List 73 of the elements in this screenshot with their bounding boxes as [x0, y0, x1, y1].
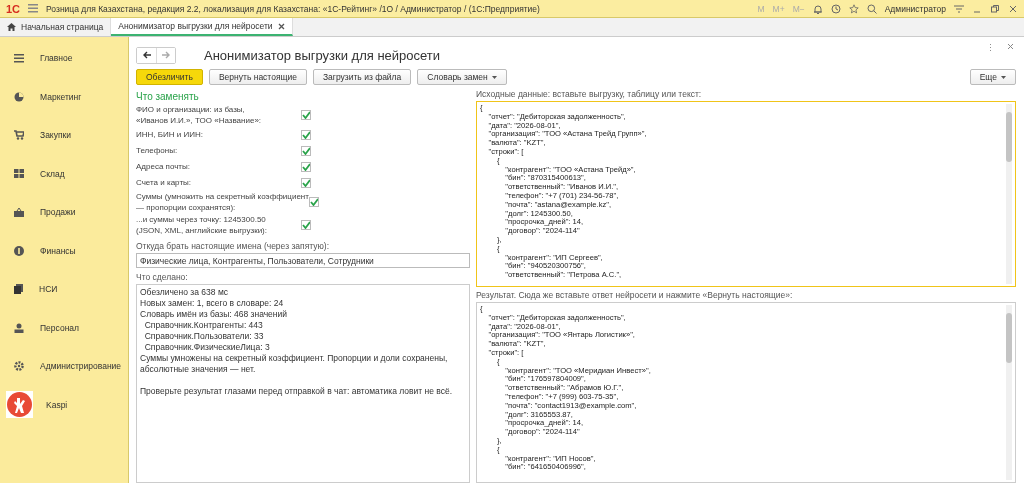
- caret-icon: [491, 75, 497, 79]
- toolbar-button[interactable]: Загрузить из файла: [312, 69, 412, 85]
- sidebar-item[interactable]: Kaspi: [0, 385, 128, 424]
- checkbox[interactable]: [301, 177, 311, 188]
- books-icon: [14, 284, 23, 295]
- menu-icon: [14, 53, 24, 63]
- sidebar-item[interactable]: Финансы: [0, 231, 128, 270]
- info-icon: [14, 245, 24, 256]
- option-label: ИНН, БИН и ИИН:: [136, 129, 203, 140]
- scrollbar[interactable]: [1006, 305, 1012, 480]
- restore-icon[interactable]: [990, 3, 1000, 14]
- form-title: Анонимизатор выгрузки для нейросети: [204, 47, 441, 63]
- tab-label: Анонимизатор выгрузки для нейросети: [118, 21, 273, 31]
- log-area[interactable]: [136, 284, 470, 483]
- checkbox[interactable]: [301, 129, 311, 140]
- more-button[interactable]: Еще: [969, 69, 1016, 85]
- sidebar-item[interactable]: Главное: [0, 39, 128, 78]
- option-label: Счета и карты:: [136, 177, 191, 188]
- option-label: ...и суммы через точку: 1245300.50 (JSON, XML, английские выгрузки):: [136, 214, 267, 236]
- more-actions-icon[interactable]: ⋮: [986, 43, 995, 53]
- search-icon[interactable]: [866, 3, 877, 14]
- dropdown-button[interactable]: Словарь замен: [417, 69, 507, 85]
- sidebar-item[interactable]: НСИ: [0, 270, 128, 309]
- home-icon: [7, 23, 16, 31]
- option-label: Адреса почты:: [136, 161, 190, 172]
- caret-icon: [1001, 75, 1006, 79]
- user-name[interactable]: Администратор: [884, 3, 946, 14]
- bell-icon[interactable]: [812, 3, 823, 14]
- sidebar-item[interactable]: Персонал: [0, 308, 128, 347]
- settings-menu-icon[interactable]: [954, 3, 964, 14]
- close-icon[interactable]: [1008, 3, 1018, 14]
- person-icon: [14, 322, 24, 333]
- sidebar-item[interactable]: Администрирование: [0, 347, 128, 386]
- sidebar-item[interactable]: Продажи: [0, 193, 128, 232]
- scrollbar[interactable]: [1006, 104, 1012, 284]
- basket-icon: [14, 207, 24, 218]
- tab[interactable]: Анонимизатор выгрузки для нейросети: [111, 18, 293, 36]
- checkbox[interactable]: [301, 110, 311, 120]
- option-label: ФИО и организации: из базы, «Иванов И.И.», ТОО «Название»:: [136, 104, 262, 126]
- sidebar-item[interactable]: Маркетинг: [0, 77, 128, 116]
- back-arrow-icon: [141, 51, 152, 59]
- history-icon[interactable]: [830, 3, 841, 14]
- pie-chart-icon: [14, 91, 24, 102]
- star-icon[interactable]: [848, 3, 859, 14]
- sidebar-item[interactable]: Закупки: [0, 116, 128, 155]
- log-text: Проверьте результат глазами перед отправкой в чат: автоматика ловит не всё.: [140, 386, 454, 397]
- window-title: Розница для Казахстана, редакция 2.2, локализация для Казахстана: «1С-Рейтинг» /1О / Администратор / (1С:Предприятие): [46, 3, 541, 14]
- field-label: Результат. Сюда же вставьте ответ нейросети и нажмите «Вернуть настоящие»:: [476, 290, 794, 300]
- forward-arrow-icon: [161, 51, 171, 59]
- sidebar-item[interactable]: Склад: [0, 154, 128, 193]
- app-logo: 1С: [6, 2, 21, 15]
- option-label: Телефоны:: [136, 145, 178, 156]
- grid-icon: [14, 169, 24, 179]
- field-label: Откуда брать настоящие имена (через запятую):: [136, 241, 331, 251]
- field-label: Что сделано:: [136, 272, 189, 282]
- gear-icon: [14, 361, 24, 372]
- names-field[interactable]: Физические лица, Контрагенты, Пользователи, Сотрудники: [136, 253, 470, 268]
- close-icon[interactable]: [277, 22, 285, 30]
- checkbox[interactable]: [301, 161, 311, 172]
- cart-icon: [14, 130, 24, 141]
- menu-icon: [28, 4, 39, 13]
- field-label: Исходные данные: вставьте выгрузку, таблицу или текст:: [476, 89, 703, 99]
- tab-label: Начальная страница: [21, 22, 104, 32]
- checkbox[interactable]: [308, 197, 319, 207]
- log-text: Обезличено за 638 мс Новых замен: 1, всего в словаре: 24 Словарь имён из базы: 468 значений Справочник.Контрагенты: 443 Справочник.Пользователи: 33 Справочник.ФизическиеЛица: 3 Суммы умножены на секретный коэффициент. Пропорции и доли сохранены, абсолютные значения — нет.: [140, 287, 449, 375]
- anonymize-button[interactable]: Обезличить: [136, 69, 203, 85]
- toolbar-button[interactable]: Вернуть настоящие: [208, 69, 307, 85]
- option-label: Суммы (умножить на секретный коэффициент — пропорции сохранятся):: [136, 191, 309, 213]
- checkbox[interactable]: [301, 220, 311, 230]
- section-title: Что заменять: [136, 91, 200, 102]
- close-icon[interactable]: [1007, 43, 1014, 50]
- checkbox[interactable]: [301, 145, 311, 156]
- kaspi-logo: [6, 391, 33, 419]
